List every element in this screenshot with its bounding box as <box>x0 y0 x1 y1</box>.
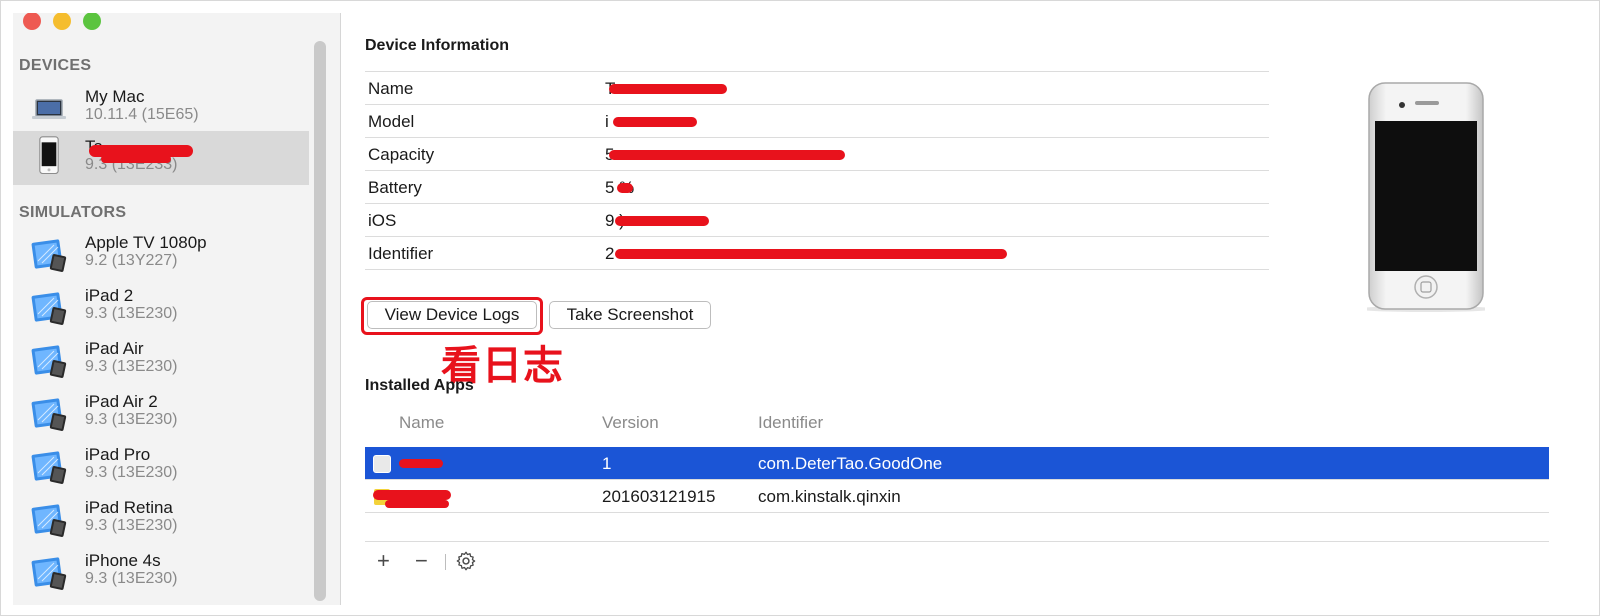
sidebar-item-simulator[interactable]: iPad Retina 9.3 (13E230) <box>13 492 309 546</box>
simulator-os-version: 9.2 (13Y227) <box>85 252 178 269</box>
simulator-icon <box>31 451 67 484</box>
simulator-icon <box>31 239 67 272</box>
sidebar-item-simulator[interactable]: Apple TV 1080p 9.2 (13Y227) <box>13 227 309 281</box>
redaction-mark <box>609 150 845 160</box>
app-row[interactable]: 201603121915 com.kinstalk.qinxin <box>365 480 1549 513</box>
laptop-icon <box>32 99 66 119</box>
app-identifier: com.DeterTao.GoodOne <box>758 454 943 473</box>
iphone-icon <box>39 136 59 175</box>
app-identifier: com.kinstalk.qinxin <box>758 487 901 506</box>
close-window-button[interactable] <box>23 13 41 30</box>
simulator-name: iPad Retina <box>85 498 173 517</box>
info-row-capacity: Capacity 5 <box>365 138 1269 171</box>
sidebar-item-simulator[interactable]: iPad Air 2 9.3 (13E230) <box>13 386 309 440</box>
view-device-logs-button[interactable]: View Device Logs <box>367 301 537 329</box>
column-header-identifier[interactable]: Identifier <box>758 413 823 433</box>
simulator-name: iPad Pro <box>85 445 151 464</box>
redaction-mark <box>615 249 1007 259</box>
sidebar-item-simulator[interactable]: iPad 2 9.3 (13E230) <box>13 280 309 334</box>
info-row-identifier: Identifier 2 <box>365 237 1269 270</box>
sidebar-item-iphone[interactable]: Ta 9.3 (13E233) <box>13 131 309 185</box>
gear-icon[interactable] <box>455 550 477 572</box>
info-label: Name <box>368 79 414 98</box>
device-os-version: 10.11.4 (15E65) <box>85 106 199 123</box>
redaction-mark <box>373 490 451 500</box>
remove-app-button[interactable]: − <box>415 548 428 574</box>
simulator-name: iPad 2 <box>85 286 134 305</box>
zoom-window-button[interactable] <box>83 13 101 30</box>
app-icon <box>373 455 391 473</box>
sidebar-item-simulator[interactable]: iPhone 4s 9.3 (13E230) <box>13 545 309 599</box>
sidebar-scrollbar[interactable] <box>314 41 326 601</box>
info-label: Identifier <box>368 244 434 263</box>
simulators-section-title: SIMULATORS <box>19 204 127 221</box>
app-version: 201603121915 <box>602 487 716 506</box>
simulator-os-version: 9.3 (13E230) <box>85 517 178 534</box>
sidebar-item-simulator[interactable]: iPad Air 9.3 (13E230) <box>13 333 309 387</box>
device-name: My Mac <box>85 87 145 106</box>
info-row-battery: Battery 5 % <box>365 171 1269 204</box>
redaction-mark <box>609 84 727 94</box>
device-information-title: Device Information <box>365 37 510 54</box>
info-row-name: Name T <box>365 72 1269 105</box>
devices-section-title: DEVICES <box>19 57 92 74</box>
simulator-os-version: 9.3 (13E230) <box>85 464 178 481</box>
simulator-icon <box>31 504 67 537</box>
device-info-table: Name T Model i Capacity 5 Battery 5 % iO… <box>365 71 1269 270</box>
info-label: Capacity <box>368 145 435 164</box>
info-label: Battery <box>368 178 422 197</box>
info-value: i <box>605 112 609 131</box>
apps-toolbar: + − <box>365 541 1549 581</box>
simulator-icon <box>31 292 67 325</box>
redaction-mark <box>613 117 697 127</box>
window-frame: DEVICES My Mac 10.11.4 (15E65) Ta 9.3 (1… <box>0 0 1600 616</box>
simulator-icon <box>31 345 67 378</box>
simulator-os-version: 9.3 (13E230) <box>85 305 178 322</box>
redaction-mark <box>399 459 443 468</box>
sidebar: DEVICES My Mac 10.11.4 (15E65) Ta 9.3 (1… <box>13 13 341 605</box>
simulator-os-version: 9.3 (13E230) <box>85 411 178 428</box>
info-row-model: Model i <box>365 105 1269 138</box>
info-row-ios: iOS 9 ) <box>365 204 1269 237</box>
simulator-name: Apple TV 1080p <box>85 233 207 252</box>
main-panel: Device Information Name T Model i Capaci… <box>341 13 1589 605</box>
simulator-icon <box>31 557 67 590</box>
simulator-name: iPad Air 2 <box>85 392 158 411</box>
info-value: 2 <box>605 244 615 263</box>
iphone-illustration <box>1367 82 1485 312</box>
simulator-name: iPhone 4s <box>85 551 161 570</box>
column-header-version[interactable]: Version <box>602 413 659 433</box>
column-header-name[interactable]: Name <box>399 413 444 433</box>
redaction-mark <box>615 216 709 226</box>
sidebar-item-simulator[interactable]: iPad Pro 9.3 (13E230) <box>13 439 309 493</box>
add-app-button[interactable]: + <box>377 548 390 574</box>
installed-apps-title: Installed Apps <box>365 377 474 394</box>
info-label: iOS <box>368 211 397 230</box>
redaction-mark <box>385 500 449 508</box>
minimize-window-button[interactable] <box>53 13 71 30</box>
take-screenshot-button[interactable]: Take Screenshot <box>549 301 711 329</box>
simulator-os-version: 9.3 (13E230) <box>85 570 178 587</box>
redaction-mark <box>101 155 171 163</box>
sidebar-item-my-mac[interactable]: My Mac 10.11.4 (15E65) <box>13 81 309 135</box>
app-row[interactable]: 1 com.DeterTao.GoodOne <box>365 447 1549 480</box>
apps-table-header: Name Version Identifier <box>365 413 1549 443</box>
simulator-name: iPad Air <box>85 339 144 358</box>
simulator-os-version: 9.3 (13E230) <box>85 358 178 375</box>
redaction-mark <box>617 183 633 193</box>
info-label: Model <box>368 112 415 131</box>
toolbar-separator <box>445 554 446 570</box>
simulator-icon <box>31 398 67 431</box>
app-version: 1 <box>602 454 612 473</box>
